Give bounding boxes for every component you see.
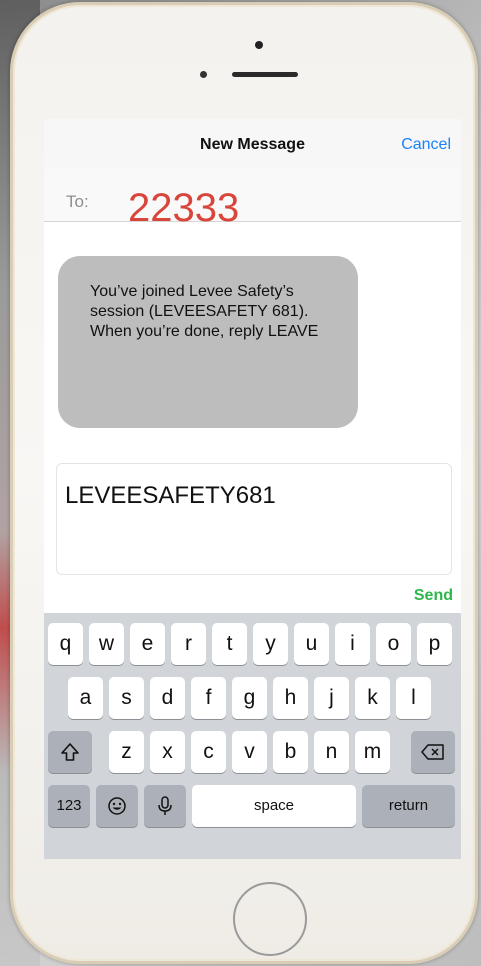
- key-u[interactable]: u: [294, 623, 329, 665]
- home-button[interactable]: [233, 882, 307, 956]
- keyboard: q w e r t y u i o p a s d f g h j k l z …: [44, 613, 461, 859]
- numbers-key[interactable]: 123: [48, 785, 90, 827]
- received-message-bubble: You’ve joined Levee Safety’s session (LE…: [58, 256, 358, 428]
- key-p[interactable]: p: [417, 623, 452, 665]
- key-g[interactable]: g: [232, 677, 267, 719]
- navigation-bar: New Message Cancel: [44, 119, 461, 170]
- dictation-key[interactable]: [144, 785, 186, 827]
- space-key[interactable]: space: [192, 785, 356, 827]
- to-label: To:: [66, 192, 89, 211]
- send-button[interactable]: Send: [414, 587, 453, 605]
- key-s[interactable]: s: [109, 677, 144, 719]
- key-r[interactable]: r: [171, 623, 206, 665]
- proximity-sensor: [200, 71, 207, 78]
- return-key[interactable]: return: [362, 785, 455, 827]
- key-x[interactable]: x: [150, 731, 185, 773]
- key-n[interactable]: n: [314, 731, 349, 773]
- recipient-row[interactable]: To: 22333: [44, 169, 461, 228]
- key-a[interactable]: a: [68, 677, 103, 719]
- emoji-key[interactable]: [96, 785, 138, 827]
- key-z[interactable]: z: [109, 731, 144, 773]
- shift-icon: [61, 743, 79, 762]
- key-t[interactable]: t: [212, 623, 247, 665]
- earpiece-speaker: [232, 72, 298, 77]
- key-v[interactable]: v: [232, 731, 267, 773]
- backspace-icon: [421, 744, 444, 761]
- phone-screen: New Message Cancel To: 22333 You’ve join…: [44, 119, 461, 859]
- key-y[interactable]: y: [253, 623, 288, 665]
- recipient-number[interactable]: 22333: [128, 188, 239, 228]
- key-i[interactable]: i: [335, 623, 370, 665]
- key-e[interactable]: e: [130, 623, 165, 665]
- key-o[interactable]: o: [376, 623, 411, 665]
- message-text: You’ve joined Levee Safety’s session (LE…: [90, 283, 319, 340]
- key-c[interactable]: c: [191, 731, 226, 773]
- shift-key[interactable]: [48, 731, 92, 773]
- page-title: New Message: [200, 136, 305, 153]
- key-f[interactable]: f: [191, 677, 226, 719]
- key-d[interactable]: d: [150, 677, 185, 719]
- key-h[interactable]: h: [273, 677, 308, 719]
- emoji-icon: [108, 797, 126, 816]
- front-camera: [255, 41, 263, 49]
- backspace-key[interactable]: [411, 731, 455, 773]
- key-m[interactable]: m: [355, 731, 390, 773]
- key-q[interactable]: q: [48, 623, 83, 665]
- microphone-icon: [158, 796, 172, 816]
- key-b[interactable]: b: [273, 731, 308, 773]
- message-input-text: LEVEESAFETY681: [65, 482, 276, 509]
- message-input[interactable]: LEVEESAFETY681: [56, 463, 452, 575]
- cancel-button[interactable]: Cancel: [401, 136, 451, 154]
- key-j[interactable]: j: [314, 677, 349, 719]
- key-l[interactable]: l: [396, 677, 431, 719]
- key-k[interactable]: k: [355, 677, 390, 719]
- key-w[interactable]: w: [89, 623, 124, 665]
